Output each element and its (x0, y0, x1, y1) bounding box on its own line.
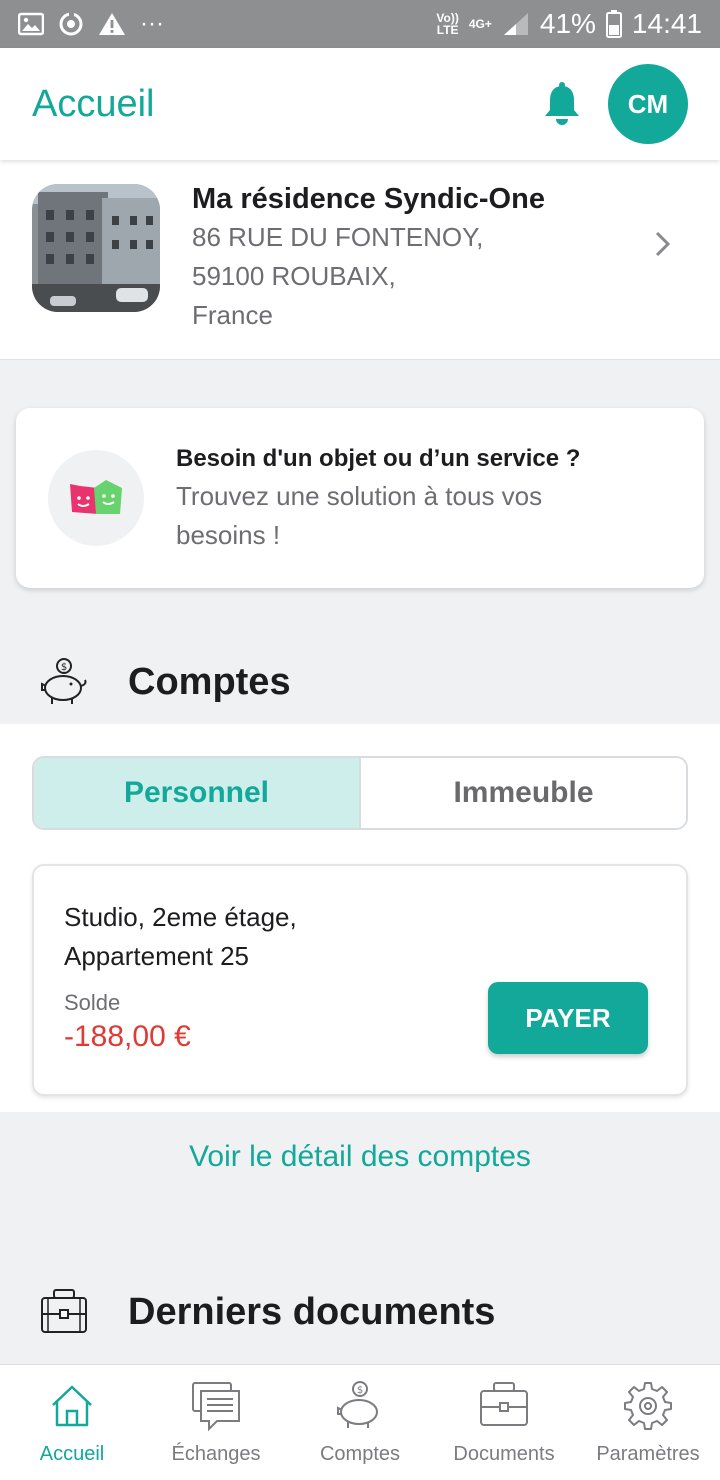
residence-card[interactable]: Ma résidence Syndic-One 86 RUE DU FONTEN… (0, 160, 720, 360)
nav-comptes[interactable]: $ Comptes (288, 1365, 432, 1480)
lot-name: Studio, 2eme étage, (64, 902, 297, 932)
lot-name: Appartement 25 (64, 941, 250, 971)
pay-button[interactable]: PAYER (488, 982, 648, 1054)
chevron-right-icon[interactable] (654, 230, 672, 258)
volte-indicator: Vo)) LTE (436, 11, 459, 37)
gallery-icon (18, 12, 44, 36)
nav-label: Échanges (171, 1443, 261, 1465)
sync-icon (59, 12, 83, 36)
status-bar: ··· Vo)) LTE 4G+ 41% 14:41 (0, 0, 720, 48)
residence-name: Ma résidence Syndic-One (192, 183, 545, 215)
gear-icon (624, 1382, 672, 1430)
warning-icon (99, 13, 125, 35)
network-type: 4G+ (468, 17, 492, 31)
account-details-link[interactable]: Voir le détail des comptes (0, 1140, 720, 1174)
nav-echanges[interactable]: Échanges (144, 1365, 288, 1480)
nav-parametres[interactable]: Paramètres (576, 1365, 720, 1480)
bottom-navigation: Accueil Échanges $ Comptes Documents Par… (0, 1364, 720, 1480)
svg-text:$: $ (61, 662, 67, 673)
documents-section-header: Derniers documents (0, 1262, 720, 1362)
signal-icon (503, 13, 528, 35)
home-icon (52, 1385, 92, 1427)
comptes-panel: Personnel Immeuble Studio, 2eme étage, A… (0, 724, 720, 1112)
nav-label: Accueil (39, 1443, 105, 1465)
tab-immeuble[interactable]: Immeuble (361, 758, 686, 828)
nav-label: Paramètres (596, 1443, 700, 1465)
comptes-tabs: Personnel Immeuble (32, 756, 688, 830)
lot-account-card: Studio, 2eme étage, Appartement 25 Solde… (32, 864, 688, 1096)
residence-address-line: 59100 ROUBAIX, (192, 261, 396, 291)
nav-label: Comptes (319, 1443, 401, 1465)
promo-subtitle: besoins ! (176, 520, 281, 550)
tab-personnel[interactable]: Personnel (34, 758, 361, 828)
piggy-bank-icon: $ (337, 1381, 378, 1428)
avatar[interactable]: CM (608, 64, 688, 144)
chat-icon (192, 1382, 240, 1432)
section-title: Derniers documents (128, 1290, 496, 1333)
briefcase-icon (480, 1382, 528, 1426)
battery-percent: 41% (539, 8, 596, 39)
section-title: Comptes (128, 660, 291, 703)
promo-subtitle: Trouvez une solution à tous vos (176, 481, 543, 511)
nav-accueil[interactable]: Accueil (0, 1365, 144, 1480)
comptes-section-header: $ Comptes (0, 632, 720, 732)
residence-address-line: France (192, 300, 273, 330)
residence-photo (32, 184, 160, 312)
app-header: Accueil CM (0, 48, 720, 160)
briefcase-icon (41, 1289, 87, 1333)
piggy-bank-icon: $ (41, 658, 87, 704)
marketplace-promo-card[interactable]: Besoin d'un objet ou d’un service ? Trou… (16, 408, 704, 588)
nav-label: Documents (453, 1443, 555, 1465)
page-title: Accueil (32, 82, 155, 125)
clock: 14:41 (631, 8, 702, 39)
nav-documents[interactable]: Documents (432, 1365, 576, 1480)
promo-title: Besoin d'un objet ou d’un service ? (176, 445, 581, 472)
svg-text:$: $ (357, 1385, 363, 1396)
battery-icon (605, 10, 622, 38)
more-notifications-icon: ··· (140, 10, 164, 37)
notification-bell-icon[interactable] (542, 82, 582, 126)
marketplace-icon (48, 450, 144, 546)
residence-address-line: 86 RUE DU FONTENOY, (192, 222, 484, 252)
